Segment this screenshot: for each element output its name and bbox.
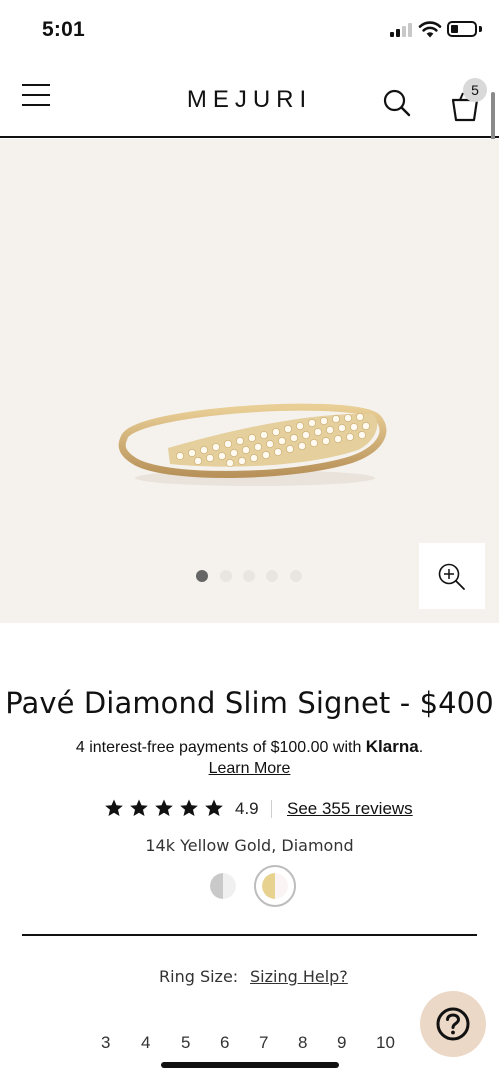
gallery-dot[interactable] bbox=[266, 570, 278, 582]
klarna-suffix: . bbox=[418, 739, 424, 756]
swatch-gold[interactable] bbox=[262, 873, 288, 899]
battery-cap bbox=[479, 26, 482, 32]
rating-divider bbox=[271, 800, 272, 818]
star-icon bbox=[105, 799, 123, 816]
site-header: MEJURI bbox=[0, 62, 499, 138]
home-indicator bbox=[161, 1062, 339, 1068]
status-time: 5:01 bbox=[42, 18, 85, 41]
search-icon[interactable] bbox=[382, 88, 412, 118]
size-option-3[interactable]: 3 bbox=[101, 1033, 110, 1053]
size-option-9[interactable]: 9 bbox=[337, 1033, 346, 1053]
size-option-6[interactable]: 6 bbox=[220, 1033, 229, 1053]
battery-icon bbox=[447, 21, 477, 37]
size-option-10[interactable]: 10 bbox=[376, 1033, 395, 1053]
klarna-logo: Klarna bbox=[365, 737, 419, 756]
star-icon bbox=[205, 799, 223, 816]
zoom-button[interactable] bbox=[419, 543, 485, 609]
cart-count-badge: 5 bbox=[463, 78, 487, 102]
silver-swatch-icon bbox=[210, 873, 236, 899]
size-option-5[interactable]: 5 bbox=[181, 1033, 190, 1053]
star-icon bbox=[180, 799, 198, 816]
rating-value: 4.9 bbox=[235, 799, 259, 818]
star-icon bbox=[155, 799, 173, 816]
klarna-payments: 4 interest-free payments of $100.00 with… bbox=[0, 737, 499, 757]
gallery-dot[interactable] bbox=[290, 570, 302, 582]
ring-image bbox=[118, 403, 387, 486]
reviews-link[interactable]: See 355 reviews bbox=[287, 799, 413, 819]
klarna-text: 4 interest-free payments of $100.00 with bbox=[75, 739, 366, 756]
product-title: Pavé Diamond Slim Signet - $400 bbox=[5, 686, 494, 720]
swatch-silver[interactable] bbox=[210, 873, 236, 899]
size-option-7[interactable]: 7 bbox=[259, 1033, 268, 1053]
gallery-dot[interactable] bbox=[220, 570, 232, 582]
learn-more-link[interactable]: Learn More bbox=[209, 760, 291, 777]
zoom-in-icon bbox=[438, 563, 465, 590]
brand-logo[interactable]: MEJURI bbox=[0, 86, 499, 114]
gold-swatch-icon bbox=[262, 873, 288, 899]
status-bar: 5:01 bbox=[0, 0, 499, 62]
gallery-dot[interactable] bbox=[196, 570, 208, 582]
size-option-4[interactable]: 4 bbox=[141, 1033, 150, 1053]
help-button[interactable] bbox=[420, 991, 486, 1057]
ring-size-label: Ring Size: bbox=[159, 967, 239, 986]
star-icon bbox=[130, 799, 148, 816]
gallery-dot[interactable] bbox=[243, 570, 255, 582]
section-divider bbox=[22, 934, 477, 936]
sizing-help-link[interactable]: Sizing Help? bbox=[250, 967, 348, 986]
product-material: 14k Yellow Gold, Diamond bbox=[145, 836, 354, 855]
wifi-icon bbox=[418, 21, 442, 38]
question-icon bbox=[436, 1007, 470, 1041]
size-option-8[interactable]: 8 bbox=[298, 1033, 307, 1053]
signal-icon bbox=[390, 23, 412, 37]
